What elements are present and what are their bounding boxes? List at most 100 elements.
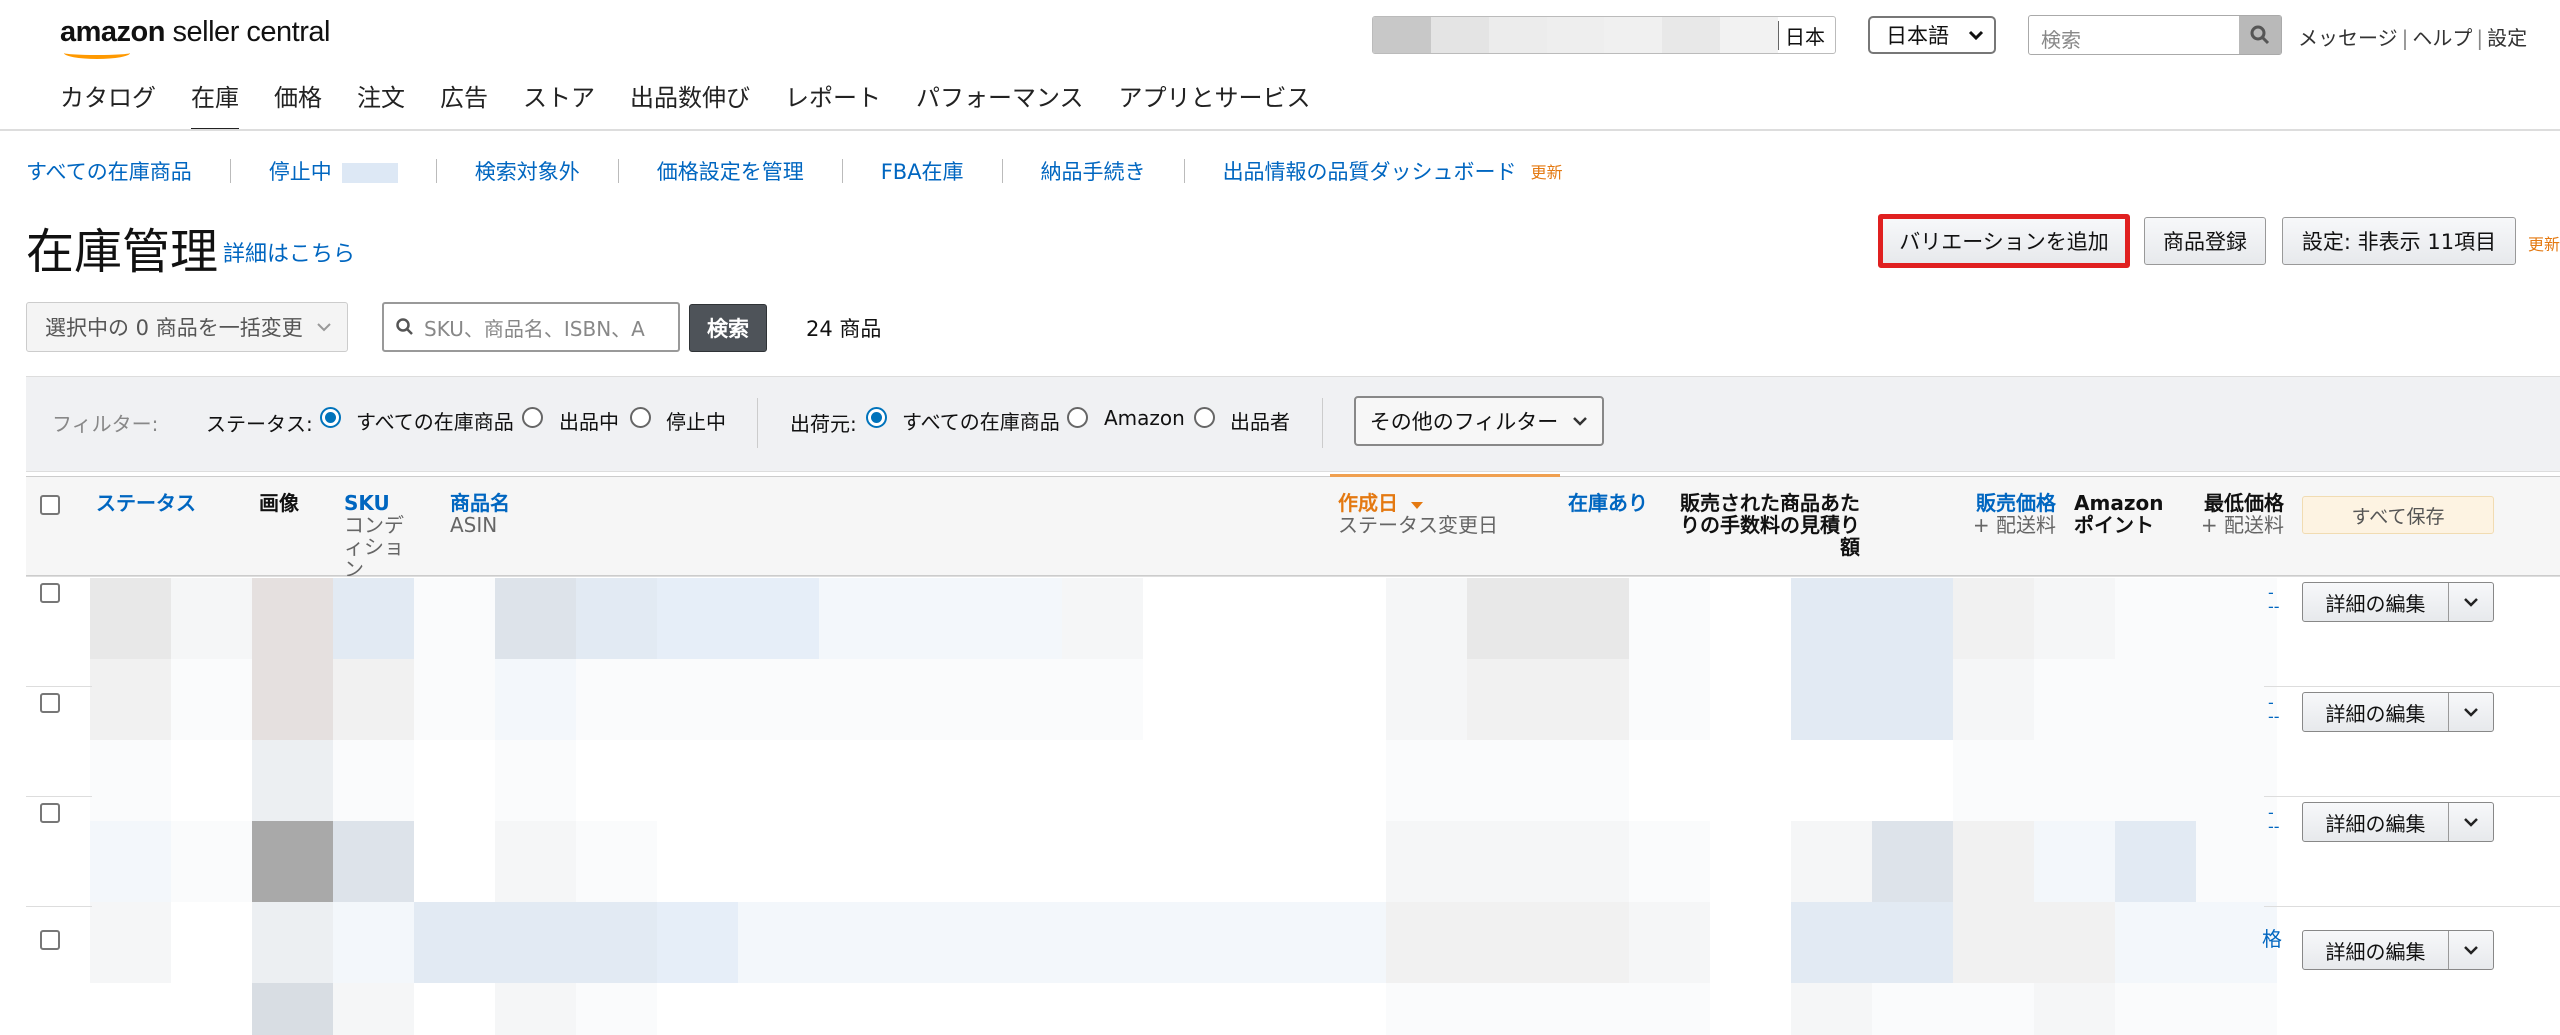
nav-growth[interactable]: 出品数伸び [630, 78, 750, 131]
nav-performance[interactable]: パフォーマンス [916, 78, 1084, 131]
col-image: 画像 [259, 491, 299, 515]
redacted-pixel [1305, 821, 1386, 902]
subnav-all-inventory[interactable]: すべての在庫商品 [26, 156, 192, 186]
sort-indicator-bar [1330, 474, 1560, 477]
save-all-button[interactable]: すべて保存 [2302, 496, 2494, 534]
fulfillment-radio-merchant[interactable] [1194, 407, 1215, 428]
divider [1183, 159, 1185, 183]
edit-options-dropdown[interactable] [2449, 803, 2493, 841]
bulk-action-select[interactable]: 選択中の 0 商品を一括変更 [26, 302, 348, 352]
redacted-pixel [2034, 902, 2115, 983]
main-nav: カタログ 在庫 価格 注文 広告 ストア 出品数伸び レポート パフォーマンス … [60, 78, 1311, 131]
row-price-link[interactable]: - -- [2268, 695, 2280, 725]
settings-link[interactable]: 設定 [2487, 26, 2527, 50]
subnav-inactive[interactable]: 停止中 [269, 156, 398, 186]
column-settings-button[interactable]: 設定: 非表示 11項目 [2282, 217, 2516, 265]
amazon-seller-central-logo[interactable]: amazon seller central [60, 16, 330, 59]
col-available[interactable]: 在庫あり [1568, 491, 1648, 515]
nav-catalog[interactable]: カタログ [60, 78, 156, 131]
row-checkbox[interactable] [40, 693, 60, 713]
redacted-pixel [2034, 740, 2115, 821]
row-checkbox[interactable] [40, 930, 60, 950]
add-product-button[interactable]: 商品登録 [2144, 217, 2266, 265]
nav-advertising[interactable]: 広告 [440, 78, 488, 131]
row-checkbox[interactable] [40, 583, 60, 603]
status-option-active[interactable]: 出品中 [559, 406, 619, 435]
fulfillment-option-all[interactable]: すべての在庫商品 [902, 406, 1060, 435]
row-checkbox[interactable] [40, 803, 60, 823]
col-status[interactable]: ステータス [96, 491, 196, 515]
subnav-manage-pricing[interactable]: 価格設定を管理 [657, 156, 804, 186]
redacted-pixel [2115, 821, 2196, 902]
edit-options-dropdown[interactable] [2449, 931, 2493, 969]
help-link[interactable]: ヘルプ [2412, 26, 2472, 50]
global-search-button[interactable] [2239, 16, 2281, 54]
redacted-pixel [1386, 659, 1467, 740]
redacted-store-name [1373, 17, 1779, 53]
learn-more-link[interactable]: 詳細はこちら [223, 236, 355, 268]
nav-stores[interactable]: ストア [523, 78, 595, 131]
add-variation-button[interactable]: バリエーションを追加 [1878, 214, 2130, 268]
select-all-checkbox[interactable] [40, 495, 60, 515]
nav-pricing[interactable]: 価格 [274, 78, 322, 131]
nav-reports[interactable]: レポート [785, 78, 881, 131]
messages-link[interactable]: メッセージ [2298, 26, 2398, 50]
redacted-pixel [1791, 659, 1872, 740]
redacted-pixel [1872, 821, 1953, 902]
edit-details-button[interactable]: 詳細の編集 [2303, 931, 2449, 969]
redacted-pixel [819, 983, 900, 1035]
nav-inventory[interactable]: 在庫 [191, 78, 239, 131]
redacted-pixel [252, 821, 333, 902]
redacted-pixel [1305, 983, 1386, 1035]
redacted-pixel [981, 659, 1062, 740]
edit-details-group: 詳細の編集 [2302, 930, 2494, 970]
nav-orders[interactable]: 注文 [357, 78, 405, 131]
search-button[interactable]: 検索 [689, 304, 767, 352]
edit-details-button[interactable]: 詳細の編集 [2303, 583, 2449, 621]
status-option-inactive[interactable]: 停止中 [666, 406, 726, 435]
redacted-pixel [1305, 740, 1386, 821]
subnav-suppressed[interactable]: 検索対象外 [475, 156, 580, 186]
edit-details-button[interactable]: 詳細の編集 [2303, 803, 2449, 841]
fulfillment-option-amazon[interactable]: Amazon [1104, 406, 1185, 430]
chevron-down-icon [2464, 945, 2478, 955]
fulfillment-option-merchant[interactable]: 出品者 [1230, 406, 1290, 435]
edit-options-dropdown[interactable] [2449, 583, 2493, 621]
nav-apps-services[interactable]: アプリとサービス [1119, 78, 1311, 131]
redacted-pixel [2115, 578, 2196, 659]
row-price-link[interactable]: - -- [2268, 585, 2280, 615]
row-price-link[interactable]: - -- [2268, 805, 2280, 835]
account-marketplace-switcher[interactable]: 日本 [1372, 16, 1836, 54]
sku-search-input[interactable]: SKU、商品名、ISBN、A [382, 302, 680, 352]
redacted-pixel [333, 902, 414, 983]
col-created-date[interactable]: 作成日 [1338, 492, 1498, 514]
edit-details-button[interactable]: 詳細の編集 [2303, 693, 2449, 731]
filter-divider [1322, 398, 1323, 448]
language-select[interactable]: 日本語 [1868, 16, 1996, 54]
fulfillment-radio-amazon[interactable] [1067, 407, 1088, 428]
status-radio-inactive[interactable] [630, 407, 651, 428]
status-radio-active[interactable] [522, 407, 543, 428]
global-search[interactable]: 検索 [2028, 15, 2282, 55]
col-price[interactable]: 販売価格 [1940, 492, 2056, 514]
row-price-link[interactable]: 格 [2262, 929, 2282, 949]
redacted-pixel [1710, 659, 1791, 740]
col-product-name[interactable]: 商品名 [450, 492, 510, 514]
status-radio-all[interactable] [320, 407, 341, 428]
subnav-shipments[interactable]: 納品手続き [1041, 156, 1146, 186]
fulfillment-radio-all[interactable] [866, 407, 887, 428]
redacted-pixel [333, 821, 414, 902]
redacted-pixel [2115, 983, 2196, 1035]
more-filters-button[interactable]: その他のフィルター [1354, 396, 1604, 446]
edit-options-dropdown[interactable] [2449, 693, 2493, 731]
redacted-pixel [981, 578, 1062, 659]
redacted-pixel [900, 740, 981, 821]
redacted-pixel [2115, 740, 2196, 821]
redacted-count [341, 163, 398, 183]
global-search-input[interactable]: 検索 [2029, 16, 2239, 54]
subnav-quality-dashboard[interactable]: 出品情報の品質ダッシュボード [1223, 156, 1517, 186]
col-sku[interactable]: SKU [344, 492, 422, 514]
status-option-all[interactable]: すべての在庫商品 [356, 406, 514, 435]
subnav-fba-inventory[interactable]: FBA在庫 [881, 156, 964, 186]
redacted-pixel [1467, 902, 1548, 983]
